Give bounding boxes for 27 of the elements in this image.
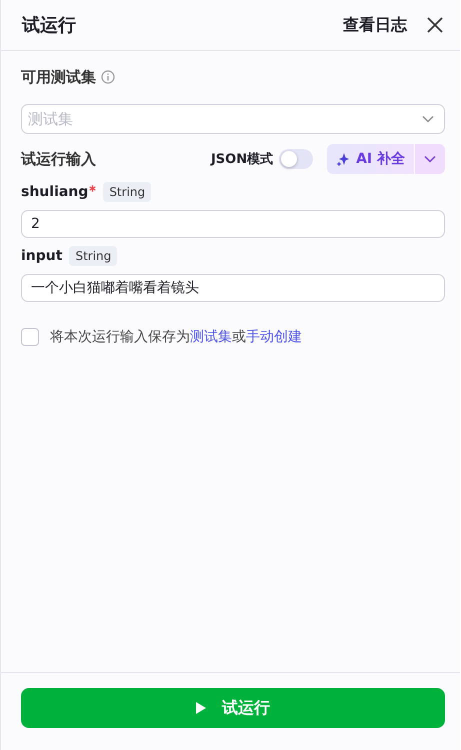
chevron-down-icon [422, 115, 434, 123]
save-checkbox[interactable] [21, 328, 39, 346]
close-icon[interactable] [427, 17, 443, 33]
section-label: 试运行输入 [21, 150, 96, 168]
save-option-link[interactable]: 手动创建 [246, 328, 302, 346]
json-mode-label: JSON模式 [210, 151, 274, 168]
save-option-text: 或 [232, 328, 246, 346]
parameter-name: input [21, 247, 62, 266]
view-log-link[interactable]: 查看日志 [343, 14, 407, 36]
ai-complete-button[interactable]: AI 补全 [327, 144, 414, 174]
run-button[interactable]: 试运行 [21, 688, 445, 728]
save-option-link[interactable]: 测试集 [190, 328, 232, 346]
required-asterisk-icon [89, 185, 96, 192]
panel-title: 试运行 [22, 14, 77, 37]
play-icon [196, 702, 206, 714]
input-field[interactable]: 2 [21, 210, 445, 238]
parameter-name: shuliang [21, 183, 88, 202]
save-option-text: 将本次运行输入保存为 [50, 328, 190, 346]
input-field[interactable]: 一个小白猫嘟着嘴看着镜头 [21, 274, 445, 302]
type-tag: String [69, 246, 118, 266]
info-icon[interactable] [101, 70, 115, 84]
json-mode-toggle[interactable] [279, 149, 314, 169]
type-tag: String [103, 182, 152, 202]
sparkle-icon [336, 152, 350, 166]
chevron-down-icon [424, 155, 436, 163]
ai-dropdown-button[interactable] [415, 144, 445, 174]
section-label: 可用测试集 [21, 68, 96, 86]
